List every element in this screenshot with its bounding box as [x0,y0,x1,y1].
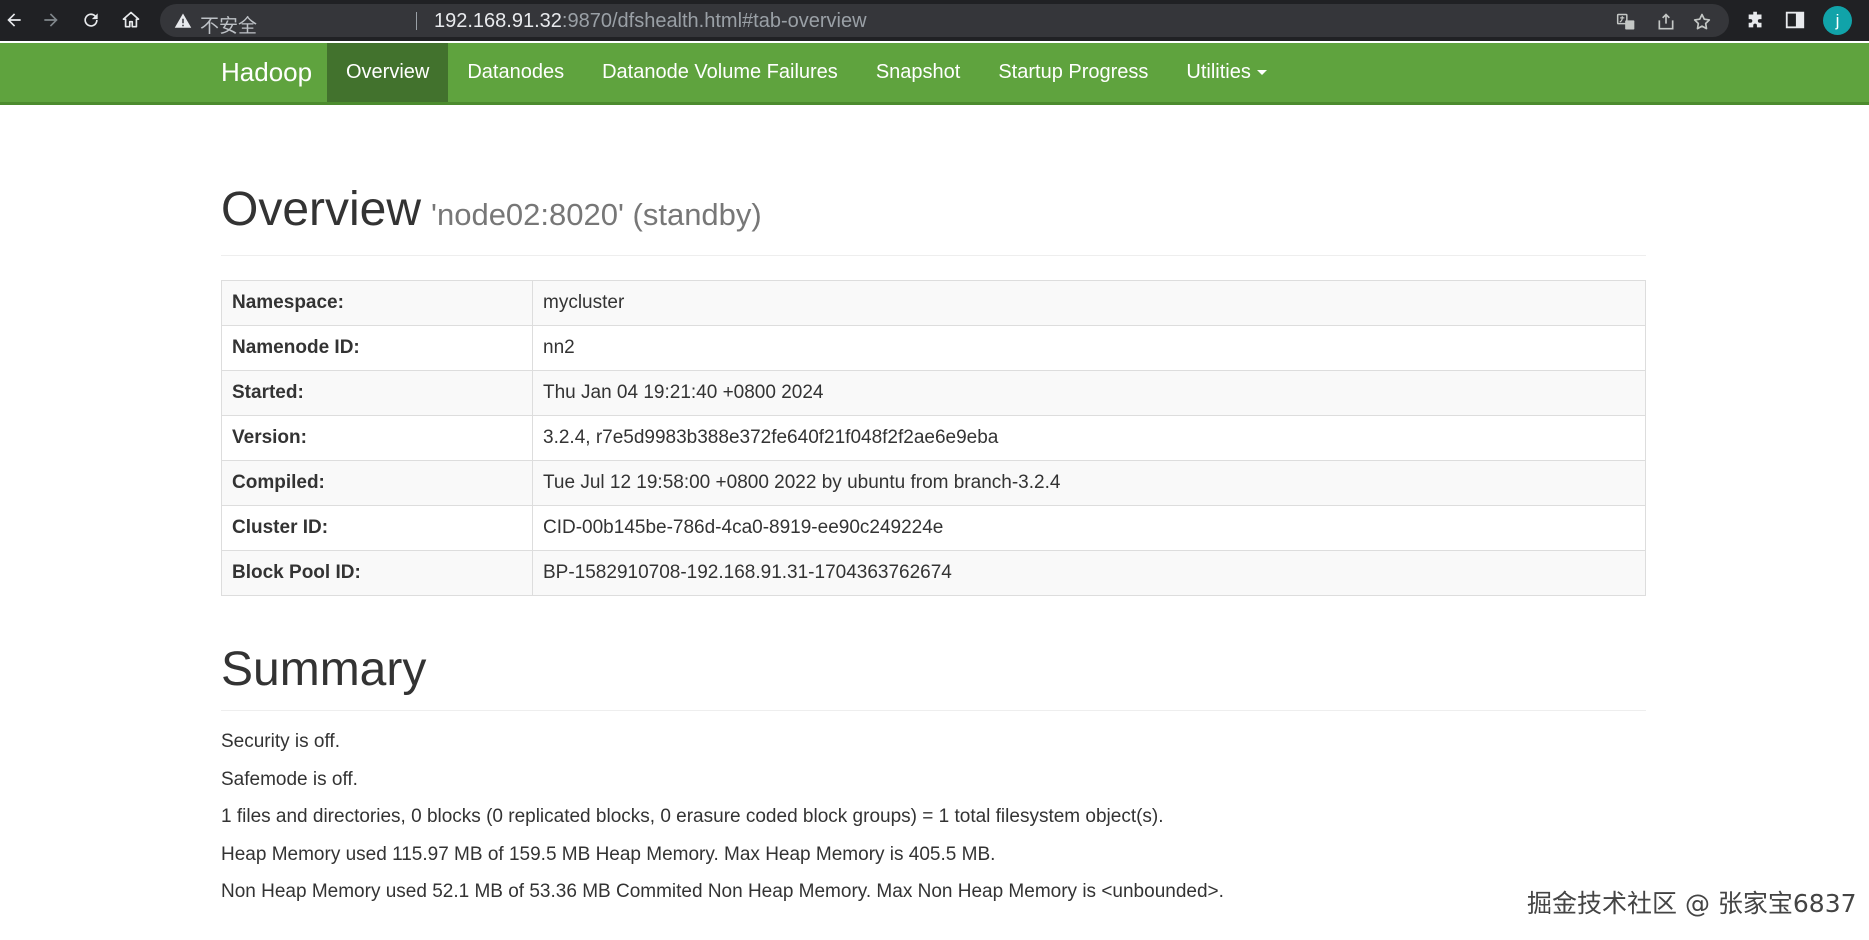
summary-heap-memory: Heap Memory used 115.97 MB of 159.5 MB H… [221,843,996,865]
summary-filesystem-objects: 1 files and directories, 0 blocks (0 rep… [221,806,1164,827]
navbar-brand[interactable]: Hadoop [221,43,312,102]
row-label: Started: [221,370,533,416]
overview-header: Overview 'node02:8020' (standby) [221,182,1646,256]
row-value: 3.2.4, r7e5d9983b388e372fe640f21f048f2f2… [532,415,1646,461]
hadoop-navbar: Hadoop Overview Datanodes Datanode Volum… [0,43,1869,105]
url-text[interactable]: 192.168.91.32:9870/dfshealth.html#tab-ov… [434,10,867,33]
caret-down-icon [1256,70,1267,76]
url-path: :9870/dfshealth.html#tab-overview [561,10,867,32]
back-arrow-icon[interactable] [0,6,28,34]
url-host: 192.168.91.32 [434,10,562,32]
navbar-menu: Overview Datanodes Datanode Volume Failu… [327,43,1286,102]
table-row: Namenode ID: nn2 [221,325,1646,371]
row-value: nn2 [532,325,1646,371]
summary-safemode: Safemode is off. [221,768,358,790]
utilities-label: Utilities [1186,61,1251,83]
row-value: BP-1582910708-192.168.91.31-170436376267… [532,550,1646,596]
table-row: Block Pool ID: BP-1582910708-192.168.91.… [221,550,1646,596]
nav-item-datanode-volume-failures[interactable]: Datanode Volume Failures [583,43,857,102]
overview-subtitle: 'node02:8020' (standby) [431,197,762,232]
overview-title-text: Overview [221,183,422,236]
row-value: CID-00b145be-786d-4ca0-8919-ee90c249224e [532,505,1646,551]
nav-item-snapshot[interactable]: Snapshot [857,43,980,102]
row-label: Block Pool ID: [221,550,533,596]
row-label: Namenode ID: [221,325,533,371]
reload-icon[interactable] [77,6,105,34]
home-icon[interactable] [117,6,145,34]
row-label: Version: [221,415,533,461]
summary-header: Summary [221,642,1646,711]
table-row: Cluster ID: CID-00b145be-786d-4ca0-8919-… [221,505,1646,551]
table-row: Compiled: Tue Jul 12 19:58:00 +0800 2022… [221,460,1646,506]
nav-item-overview[interactable]: Overview [327,43,449,102]
row-value: Thu Jan 04 19:21:40 +0800 2024 [532,370,1646,416]
summary-title: Summary [221,643,427,696]
nav-item-datanodes[interactable]: Datanodes [448,43,583,102]
nav-item-startup-progress[interactable]: Startup Progress [979,43,1167,102]
row-value: Tue Jul 12 19:58:00 +0800 2022 by ubuntu… [532,460,1646,506]
overview-title: Overview 'node02:8020' (standby) [221,182,1646,243]
row-label: Namespace: [221,280,533,326]
table-row: Version: 3.2.4, r7e5d9983b388e372fe640f2… [221,415,1646,461]
extensions-puzzle-icon[interactable] [1745,9,1767,31]
row-label: Cluster ID: [221,505,533,551]
bookmark-star-icon[interactable] [1692,12,1712,32]
summary-security: Security is off. [221,731,340,752]
warning-icon[interactable] [174,12,192,30]
summary-list: Security is off. Safemode is off. 1 file… [221,723,1646,911]
browser-toolbar: 不安全 192.168.91.32:9870/dfshealth.html#ta… [0,0,1869,41]
row-value: mycluster [532,280,1646,326]
insecure-label[interactable]: 不安全 [200,11,257,38]
table-row: Started: Thu Jan 04 19:21:40 +0800 2024 [221,370,1646,416]
nav-item-utilities[interactable]: Utilities [1167,43,1285,102]
translate-icon[interactable] [1616,12,1636,32]
table-row: Namespace: mycluster [221,280,1646,326]
main-content: Overview 'node02:8020' (standby) Namespac… [221,105,1646,911]
side-panel-icon[interactable] [1784,9,1806,31]
row-label: Compiled: [221,460,533,506]
profile-avatar[interactable]: j [1823,6,1852,35]
address-bar[interactable]: 不安全 192.168.91.32:9870/dfshealth.html#ta… [160,4,1729,37]
overview-table: Namespace: mycluster Namenode ID: nn2 St… [221,280,1646,596]
omnibox-divider [416,12,417,30]
summary-non-heap-memory: Non Heap Memory used 52.1 MB of 53.36 MB… [221,881,1224,902]
share-icon[interactable] [1656,12,1676,32]
watermark-credit: 掘金技术社区 @ 张家宝6837 [1527,889,1857,918]
forward-arrow-icon[interactable] [37,6,65,34]
